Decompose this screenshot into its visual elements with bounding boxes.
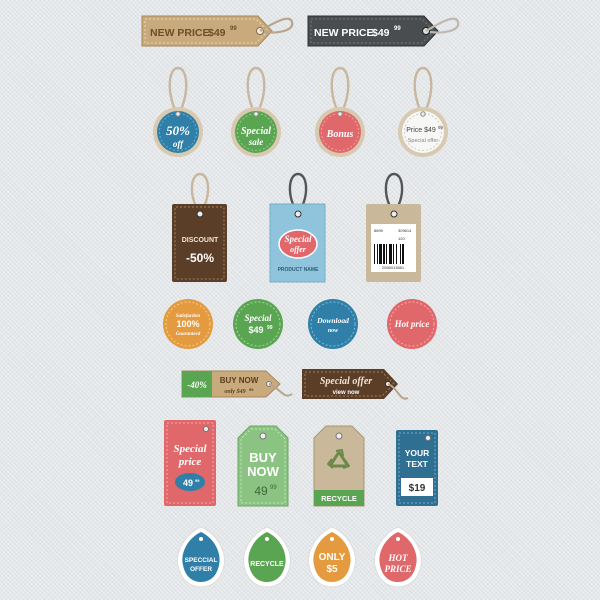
tag-cents: 99 — [438, 125, 444, 130]
tag-cents: 99 — [230, 26, 237, 32]
eyelet-icon — [335, 432, 343, 440]
tag-cents: 99 — [270, 485, 277, 491]
card-line1: Special — [285, 234, 312, 244]
tag-label: RECYCLE — [321, 494, 357, 503]
blue-text-card[interactable]: YOUR TEXT $19 — [394, 428, 442, 508]
tag-line1: BUY — [249, 450, 277, 465]
tag-line1: Bonus — [326, 129, 354, 140]
badge-line1: Hot price — [394, 319, 430, 329]
blue-download-badge[interactable]: Download now — [305, 296, 361, 352]
blue-offer-sticker[interactable]: SPECCIAL OFFER — [172, 524, 230, 590]
tag-line1: Special offer — [320, 376, 372, 387]
tag-price: $49 — [372, 27, 390, 39]
card-price: 49 — [183, 478, 193, 488]
badge-line2: 100% — [176, 319, 199, 329]
kraft-price-tag[interactable]: NEW PRICE $49 99 — [140, 12, 300, 52]
eyelet-icon — [265, 537, 269, 541]
recycle-tag[interactable]: RECYCLE — [312, 424, 370, 510]
blue-round-tag[interactable]: 50% off — [148, 64, 208, 159]
card-line2: TEXT — [406, 459, 429, 469]
card-code2: 309614 — [398, 228, 412, 233]
tag-price: 49 — [254, 484, 268, 498]
eyelet-icon — [294, 210, 302, 218]
badge-line2: now — [328, 328, 339, 334]
eyelet-icon — [259, 432, 267, 440]
red-hot-sticker[interactable]: HOT PRICE — [369, 524, 427, 590]
sticker-line1: SPECCIAL — [185, 557, 218, 564]
tag-line1: Special — [241, 126, 271, 137]
card-barcode-number: 2056013661 — [382, 265, 405, 270]
orange-only-sticker[interactable]: ONLY $5 — [303, 524, 361, 590]
kraft-barcode-card[interactable]: 8899 309614 120 2056013661 — [362, 172, 426, 287]
orange-guarantee-badge[interactable]: Satisfaction 100% Guaranteed — [160, 296, 216, 352]
dark-price-tag[interactable]: NEW PRICE $49 99 — [306, 12, 466, 52]
card-code3: 120 — [398, 236, 405, 241]
tag-line2: only $49 — [224, 388, 245, 395]
eyelet-icon — [420, 111, 426, 117]
card-footer: PRODUCT NAME — [278, 267, 319, 273]
red-round-tag[interactable]: Bonus — [310, 64, 370, 159]
sticker-line2: OFFER — [190, 566, 212, 573]
special-offer-tag[interactable]: Special offer view now — [300, 366, 420, 410]
card-code1: 8899 — [374, 228, 384, 233]
red-price-card[interactable]: Special price 49 99 — [162, 418, 220, 510]
eyelet-icon — [425, 435, 431, 441]
badge-line1: Download — [316, 316, 349, 325]
card-line2: offer — [290, 245, 307, 254]
card-price: $19 — [409, 483, 426, 494]
sticker-line1: ONLY — [319, 552, 346, 563]
card-line1: YOUR — [405, 448, 430, 458]
green-recycle-sticker[interactable]: RECYCLE — [238, 524, 296, 590]
tag-cents: 99 — [249, 387, 254, 392]
eyelet-icon — [390, 210, 398, 218]
buy-now-tag[interactable]: -40% BUY NOW only $49 99 — [180, 366, 300, 406]
leather-discount-card[interactable]: DISCOUNT -50% — [168, 172, 232, 287]
tag-price: $49 — [208, 27, 226, 39]
sticker-line2: $5 — [326, 564, 338, 575]
eyelet-icon — [330, 537, 334, 541]
sticker-line1: RECYCLE — [250, 561, 284, 568]
blue-offer-card[interactable]: Special offer PRODUCT NAME — [266, 172, 330, 287]
tag-line2: NOW — [247, 464, 280, 479]
tag-cents: 99 — [394, 26, 401, 32]
tag-line2: off — [173, 139, 184, 149]
tag-line1: 50% — [166, 123, 190, 138]
sticker-line2: PRICE — [384, 564, 411, 574]
sticker-line1: HOT — [388, 553, 409, 563]
card-line2: price — [178, 456, 202, 468]
card-line2: -50% — [186, 251, 214, 265]
badge-line2: $49 — [248, 325, 263, 335]
tag-line2: sale — [248, 137, 264, 147]
red-hot-badge[interactable]: Hot price — [384, 296, 440, 352]
card-line1: Special — [174, 443, 208, 455]
card-line1: DISCOUNT — [182, 237, 219, 244]
eyelet-icon — [396, 537, 400, 541]
eyelet-icon — [175, 111, 181, 117]
eyelet-icon — [203, 426, 209, 432]
eyelet-icon — [253, 111, 259, 117]
green-round-tag[interactable]: Special sale — [226, 64, 286, 159]
tag-line1: BUY NOW — [220, 376, 259, 385]
tag-line2: view now — [333, 390, 360, 396]
tag-label: NEW PRICE — [150, 27, 210, 39]
tag-line1: Price $49 — [406, 127, 436, 134]
eyelet-icon — [199, 537, 203, 541]
tag-label: NEW PRICE — [314, 27, 374, 39]
tag-line2: Special offer — [408, 138, 439, 144]
green-buy-now-tag[interactable]: BUY NOW 49 99 — [236, 424, 294, 510]
green-special-badge[interactable]: Special $49 99 — [230, 296, 286, 352]
eyelet-icon — [337, 111, 343, 117]
badge-line3: Guaranteed — [176, 332, 201, 337]
badge-cents: 99 — [267, 325, 273, 331]
white-round-tag[interactable]: Price $49 99 Special offer — [393, 64, 453, 159]
badge-line1: Special — [245, 313, 272, 323]
card-cents: 99 — [195, 478, 200, 483]
eyelet-icon — [196, 210, 204, 218]
tag-discount: -40% — [187, 380, 207, 390]
